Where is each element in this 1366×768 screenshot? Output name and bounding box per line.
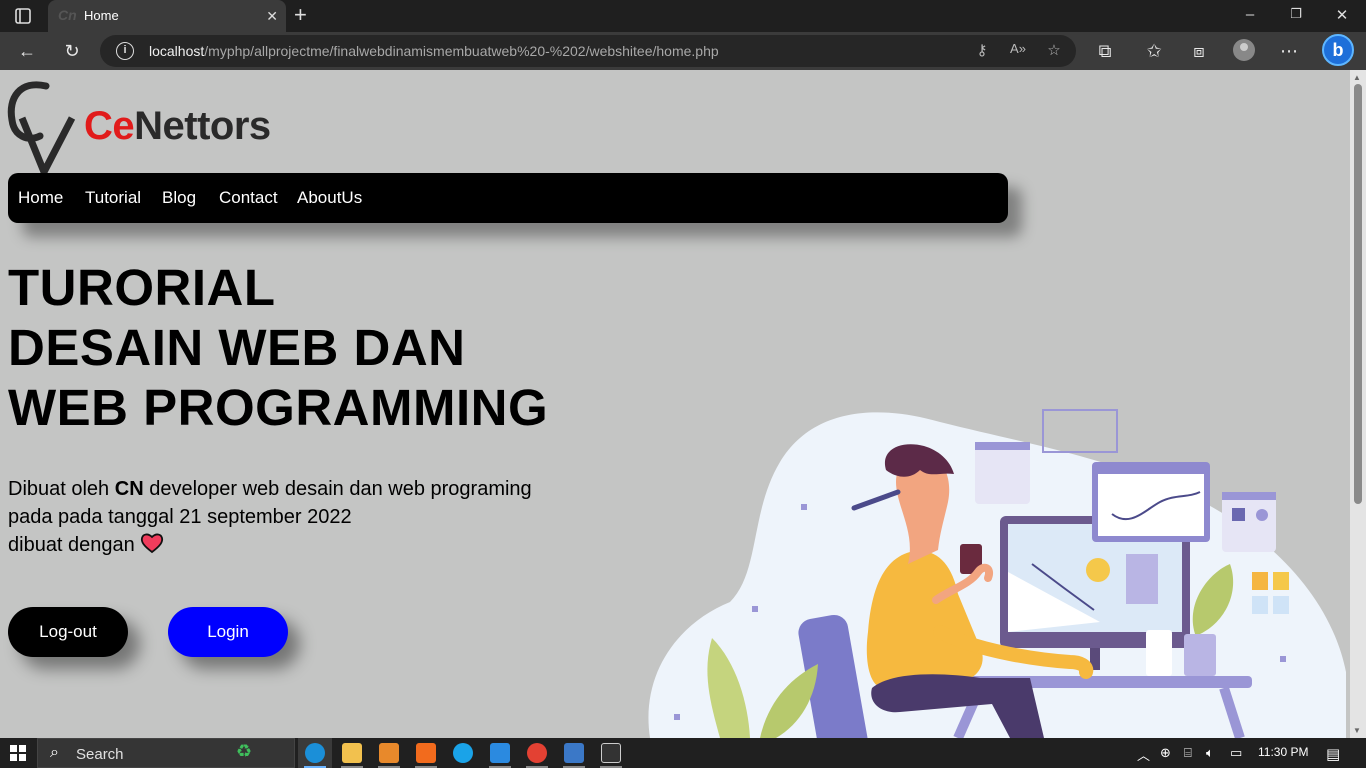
language-globe-icon[interactable]: ⊕	[1160, 745, 1171, 761]
scroll-thumb[interactable]	[1354, 84, 1362, 504]
favorites-icon[interactable]: ✩	[1143, 40, 1165, 62]
login-button[interactable]: Login	[168, 607, 288, 657]
collections-icon[interactable]: ⧈	[1188, 40, 1210, 62]
tab-favicon-icon: Cn	[58, 7, 77, 23]
terminal-icon[interactable]	[601, 743, 621, 763]
nav-aboutus[interactable]: AboutUs	[297, 188, 362, 208]
tab-close-icon[interactable]: ✕	[266, 7, 278, 25]
volume-icon[interactable]: 🔈︎	[1206, 745, 1214, 761]
browser-tab-bar: Cn Home ✕ + – ❐ ✕	[0, 0, 1366, 32]
more-menu-icon[interactable]: ⋯	[1278, 40, 1300, 62]
browser-blue-icon[interactable]	[453, 743, 473, 763]
restore-icon[interactable]: ❐	[1286, 6, 1306, 22]
profile-avatar[interactable]	[1233, 39, 1255, 61]
nav-home[interactable]: Home	[18, 188, 63, 208]
address-bar[interactable]: i localhost/myphp/allprojectme/finalwebd…	[100, 35, 1076, 67]
url-text[interactable]: localhost/myphp/allprojectme/finalwebdin…	[149, 43, 719, 59]
page-scrollbar[interactable]: ▲ ▼	[1350, 70, 1366, 738]
network-icon[interactable]: ⌸	[1184, 745, 1192, 761]
vscode-icon[interactable]	[490, 743, 510, 763]
site-info-icon[interactable]: i	[116, 42, 134, 60]
close-window-icon[interactable]: ✕	[1332, 6, 1352, 24]
recycle-icon: ♻	[236, 741, 253, 761]
nav-tutorial[interactable]: Tutorial	[85, 188, 141, 208]
logout-button[interactable]: Log-out	[8, 607, 128, 657]
hero-description: Dibuat oleh CN developer web desain dan …	[8, 478, 532, 556]
file-explorer-icon[interactable]	[342, 743, 362, 763]
chrome-icon[interactable]	[527, 743, 547, 763]
bing-copilot-icon[interactable]: b	[1322, 34, 1354, 66]
developer-illustration	[648, 409, 1346, 738]
edge-icon[interactable]	[305, 743, 325, 763]
page-viewport: CeNettors Home Tutorial Blog Contact Abo…	[0, 70, 1350, 738]
refresh-icon[interactable]: ↻	[61, 40, 83, 62]
tab-actions-icon[interactable]	[10, 6, 38, 26]
main-nav: Home Tutorial Blog Contact AboutUs	[8, 173, 1008, 223]
cenettors-logo-icon	[7, 81, 76, 174]
browser-toolbar: ← ↻ i localhost/myphp/allprojectme/final…	[0, 32, 1366, 70]
new-tab-icon[interactable]: +	[294, 4, 307, 26]
taskbar-search[interactable]: ⌕ Search ♻	[37, 738, 295, 768]
heart-icon	[141, 533, 164, 554]
windows-start-icon[interactable]	[10, 745, 26, 761]
add-favorite-icon[interactable]: ☆	[1044, 41, 1064, 59]
minimize-icon[interactable]: –	[1240, 6, 1260, 23]
battery-icon[interactable]: ▭	[1230, 745, 1242, 761]
sublime-icon[interactable]	[379, 743, 399, 763]
back-arrow-icon[interactable]: ←	[16, 40, 38, 62]
xampp-icon[interactable]	[416, 743, 436, 763]
browser-tab-home[interactable]: Cn Home ✕	[48, 0, 286, 32]
scroll-up-icon[interactable]: ▲	[1353, 73, 1361, 82]
notifications-icon[interactable]: ▤	[1326, 745, 1340, 763]
windows-taskbar: ⌕ Search ♻ ︿ ⊕ ⌸ 🔈︎ ▭ 11:30 PM ▤	[0, 738, 1366, 768]
read-aloud-icon[interactable]: A»	[1008, 41, 1028, 56]
nav-blog[interactable]: Blog	[162, 188, 196, 208]
search-icon: ⌕	[50, 744, 59, 761]
tab-title: Home	[84, 8, 119, 23]
key-icon[interactable]: ⚷	[972, 41, 992, 59]
search-placeholder: Search	[76, 746, 124, 763]
photos-icon[interactable]	[564, 743, 584, 763]
nav-contact[interactable]: Contact	[219, 188, 278, 208]
tray-chevron-icon[interactable]: ︿	[1137, 745, 1150, 764]
taskbar-clock[interactable]: 11:30 PM	[1258, 745, 1308, 759]
scroll-down-icon[interactable]: ▼	[1353, 726, 1361, 735]
extensions-icon[interactable]: ⧉	[1094, 40, 1116, 62]
site-logo-text[interactable]: CeNettors	[84, 104, 271, 149]
hero-title: TURORIAL DESAIN WEB DAN WEB PROGRAMMING	[8, 259, 549, 436]
